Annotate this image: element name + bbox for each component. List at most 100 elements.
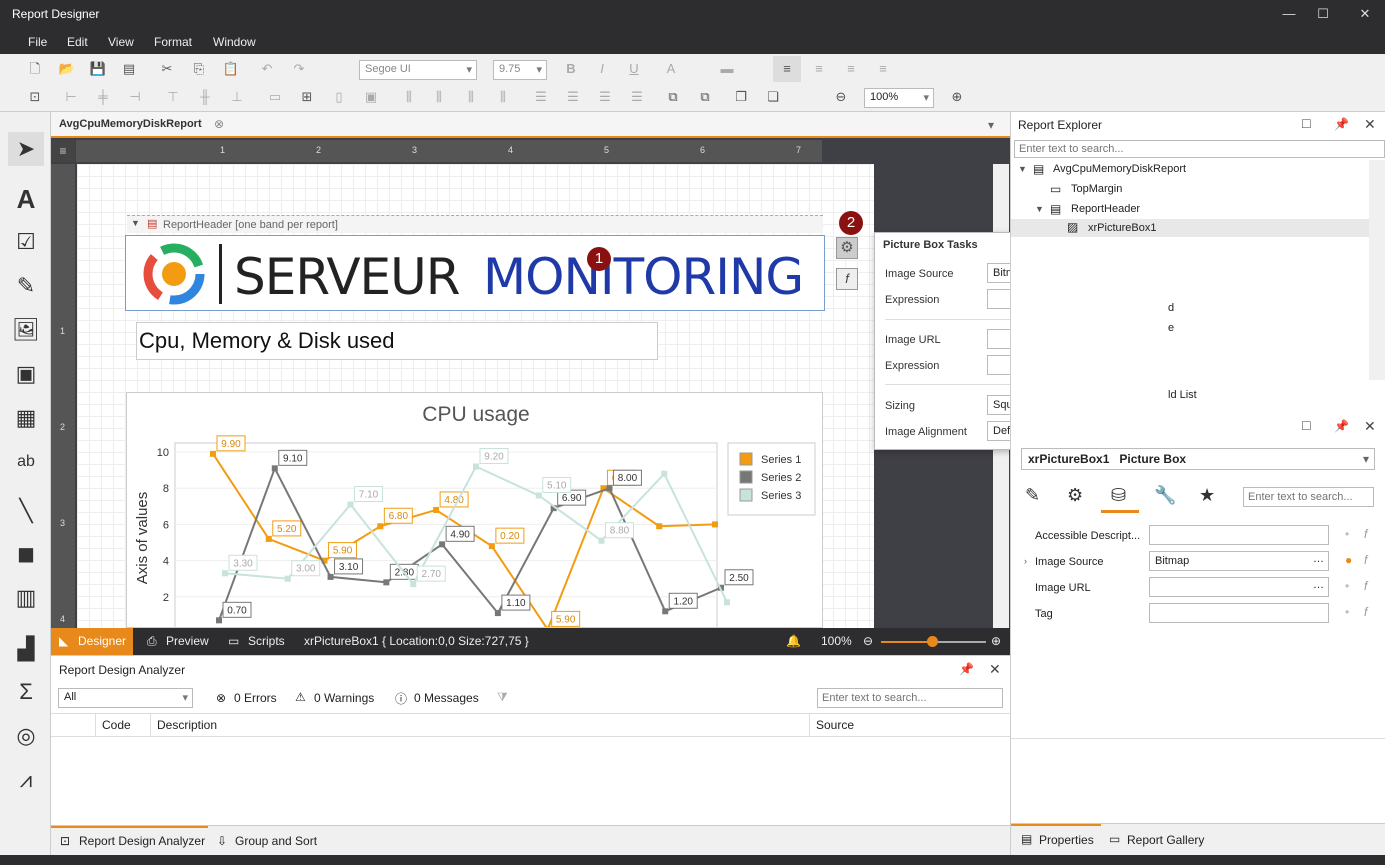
background-color-icon[interactable]: ▬ (718, 60, 736, 78)
tab-report-design-analyzer[interactable]: Report Design Analyzer (79, 834, 205, 848)
pin-icon[interactable]: 📌 (959, 662, 974, 676)
messages-count[interactable]: 0 Messages (414, 691, 479, 705)
align-bottoms-icon[interactable]: ⊥ (228, 88, 246, 106)
prop-tag-field[interactable] (1149, 603, 1329, 623)
band-header[interactable]: ▼ ▤ ReportHeader [one band per report] (127, 215, 823, 233)
col-description[interactable]: Description (157, 718, 217, 732)
tab-menu-icon[interactable]: ▾ (988, 118, 994, 132)
tab-report-gallery[interactable]: Report Gallery (1127, 833, 1204, 847)
barcode-icon[interactable]: ▥ (8, 581, 44, 615)
analyzer-search-input[interactable] (817, 688, 1003, 708)
clear-filter-icon[interactable]: ⧩ (497, 690, 508, 705)
save-icon[interactable]: 💾 (89, 60, 107, 78)
preview-tab[interactable]: Preview (166, 634, 209, 648)
expression-icon[interactable]: f (1364, 527, 1367, 541)
properties-search-input[interactable] (1243, 487, 1374, 507)
prop-image-url-field[interactable]: … (1149, 577, 1329, 597)
font-combo[interactable]: Segoe UI (359, 60, 477, 80)
send-to-back-icon[interactable]: ❏ (764, 88, 782, 106)
expression-icon[interactable]: f (1364, 579, 1367, 593)
chart-icon[interactable]: ▟ (8, 632, 44, 666)
float-icon[interactable]: ☐ (1301, 419, 1312, 433)
summary-icon[interactable]: Σ (8, 675, 44, 709)
same-width-icon[interactable]: ▭ (266, 88, 284, 106)
report-title-label[interactable]: Cpu, Memory & Disk used (136, 322, 658, 360)
close-tab-icon[interactable]: ⊗ (214, 117, 224, 131)
character-comb-icon[interactable]: ab (8, 445, 44, 479)
save-all-icon[interactable]: ▤ (120, 60, 138, 78)
align-rights-icon[interactable]: ⊣ (126, 88, 144, 106)
close-panel-icon[interactable]: ✕ (989, 661, 1001, 678)
collapse-band-icon[interactable]: ▼ (131, 218, 140, 228)
table-icon[interactable]: ▦ (8, 401, 44, 435)
zoom-out-icon[interactable]: ⊖ (832, 88, 850, 106)
zoom-minus-icon[interactable]: ⊖ (863, 634, 873, 648)
vspacing-dec-icon[interactable]: ☰ (596, 88, 614, 106)
hspacing-remove-icon[interactable]: ⫼ (494, 88, 512, 106)
sparkline-icon[interactable]: ⩘ (8, 763, 44, 797)
hspacing-equal-icon[interactable]: ⫼ (400, 88, 418, 106)
favorites-icon[interactable]: ★ (1199, 485, 1215, 506)
size-to-grid-icon[interactable]: ⊞ (298, 88, 316, 106)
tree-item-topmargin[interactable]: TopMargin (1071, 183, 1122, 195)
label-icon[interactable]: A (8, 182, 44, 216)
behavior-icon[interactable]: ⚙ (1067, 485, 1083, 506)
paste-icon[interactable]: 📋 (222, 60, 240, 78)
preview-icon[interactable]: ⎙ (147, 634, 157, 649)
align-to-grid-icon[interactable]: ⊡ (26, 88, 44, 106)
pin-icon[interactable]: 📌 (1334, 419, 1349, 433)
maximize-button[interactable]: ☐ (1312, 4, 1334, 24)
same-size-icon[interactable]: ▣ (362, 88, 380, 106)
tab-group-and-sort[interactable]: Group and Sort (235, 834, 317, 848)
tools-icon[interactable]: 🔧 (1154, 485, 1176, 506)
prop-image-source-field[interactable]: Bitmap… (1149, 551, 1329, 571)
align-lefts-icon[interactable]: ⊢ (62, 88, 80, 106)
tree-item-report[interactable]: AvgCpuMemoryDiskReport (1053, 163, 1186, 175)
line-icon[interactable]: ╲ (8, 494, 44, 528)
align-center-icon[interactable]: ≡ (810, 60, 828, 78)
picture-box[interactable]: SERVEUR MONITORING (125, 235, 825, 311)
bring-to-front-icon[interactable]: ❐ (732, 88, 750, 106)
menu-file[interactable]: File (28, 35, 47, 49)
pin-icon[interactable]: 📌 (1334, 117, 1349, 131)
picture-box-icon[interactable]: 🖼 (8, 313, 44, 347)
expand-icon[interactable]: ▼ (1018, 164, 1027, 174)
align-left-icon[interactable]: ≡ (773, 56, 801, 82)
data-icon[interactable]: ⛁ (1111, 485, 1126, 506)
bold-button[interactable]: B (562, 60, 580, 78)
expand-prop-icon[interactable]: › (1024, 556, 1027, 566)
dropdown-icon[interactable]: ▾ (1363, 452, 1369, 466)
font-size-combo[interactable]: 9.75 (493, 60, 547, 80)
prop-accessible-field[interactable] (1149, 525, 1329, 545)
font-color-button[interactable]: A (662, 60, 680, 78)
designer-tab[interactable]: ◣ Designer (51, 628, 133, 655)
hspacing-inc-icon[interactable]: ⫼ (430, 88, 448, 106)
close-button[interactable]: ✕ (1354, 4, 1376, 24)
open-icon[interactable]: 📂 (58, 60, 76, 78)
menu-view[interactable]: View (108, 35, 134, 49)
shape-icon[interactable]: ◼ (8, 537, 44, 571)
rich-text-icon[interactable]: ✎ (8, 269, 44, 303)
menu-format[interactable]: Format (154, 35, 192, 49)
smart-tag-gear-icon[interactable]: ⚙ (836, 237, 858, 259)
appearance-icon[interactable]: ✎ (1025, 485, 1040, 506)
menu-window[interactable]: Window (213, 35, 256, 49)
scripts-tab[interactable]: Scripts (248, 634, 285, 648)
underline-button[interactable]: U (625, 60, 643, 78)
tree-selected-row[interactable]: ▨ xrPictureBox1 (1011, 219, 1369, 237)
expression-icon[interactable]: f (1364, 553, 1367, 567)
panel-icon[interactable]: ▣ (8, 357, 44, 391)
hspacing-dec-icon[interactable]: ⫼ (462, 88, 480, 106)
vspacing-remove-icon[interactable]: ☰ (628, 88, 646, 106)
pointer-icon[interactable]: ➤ (8, 132, 44, 166)
float-icon[interactable]: ☐ (1301, 117, 1312, 131)
center-horizontally-icon[interactable]: ⧉ (664, 88, 682, 106)
analyzer-filter[interactable]: All (58, 688, 193, 708)
ellipsis-icon[interactable]: … (1313, 553, 1324, 565)
zoom-plus-icon[interactable]: ⊕ (991, 634, 1001, 648)
explorer-scrollbar[interactable] (1369, 160, 1385, 380)
scripts-icon[interactable]: ▭ (228, 634, 239, 648)
italic-button[interactable]: I (593, 60, 611, 78)
align-centers-icon[interactable]: ╪ (94, 88, 112, 106)
zoom-combo[interactable]: 100% (864, 88, 934, 108)
